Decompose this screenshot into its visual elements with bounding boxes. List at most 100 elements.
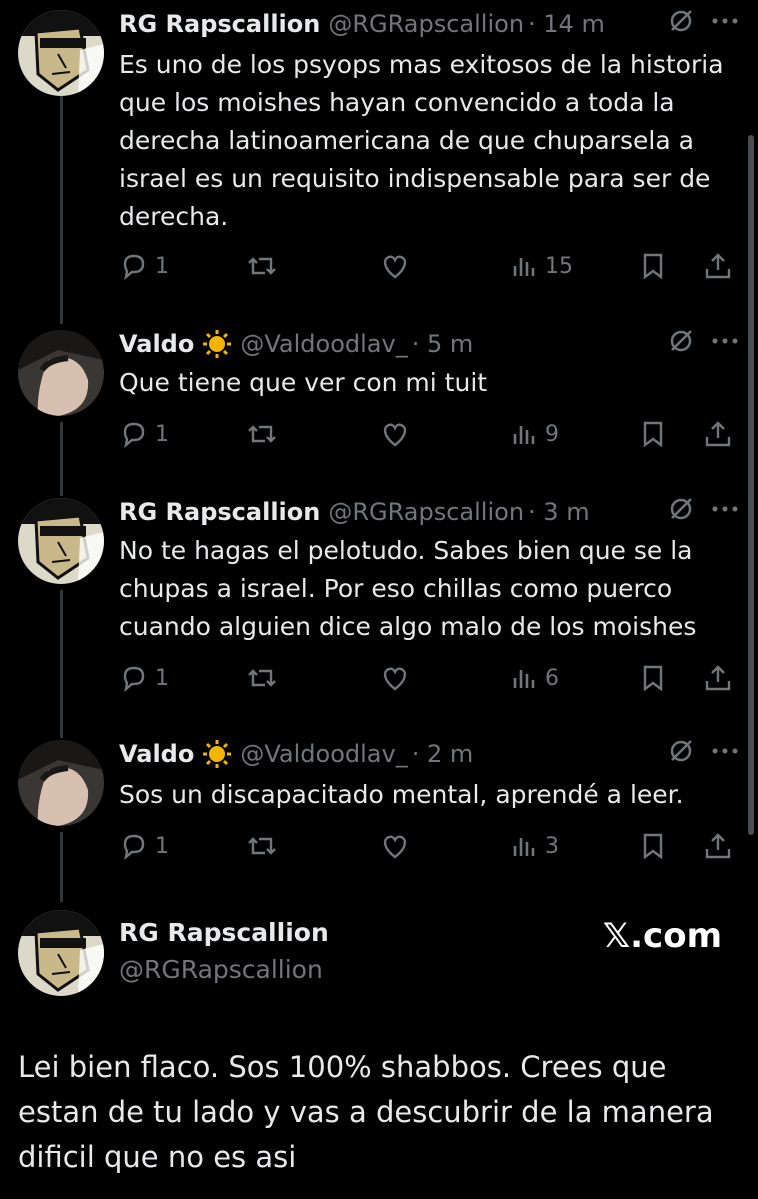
reply-icon [123, 422, 145, 448]
like-button[interactable] [379, 414, 411, 454]
grok-icon[interactable] [668, 738, 694, 764]
like-button[interactable] [379, 658, 411, 698]
more-icon[interactable] [712, 337, 738, 345]
bookmark-icon [643, 253, 663, 280]
share-icon [705, 833, 731, 859]
tweet-header-actions [668, 328, 738, 354]
display-name[interactable]: Valdo [119, 330, 194, 358]
share-icon [705, 665, 731, 691]
retweet-button[interactable] [245, 246, 279, 286]
share-card-name[interactable]: RG Rapscallion [119, 918, 329, 947]
like-button[interactable] [379, 246, 411, 286]
bookmark-icon [643, 421, 663, 448]
avatar[interactable] [18, 330, 104, 416]
bookmark-button[interactable] [639, 826, 667, 866]
reply-icon [123, 254, 145, 280]
more-icon[interactable] [712, 17, 738, 25]
reply-button[interactable]: 1 [119, 414, 169, 454]
retweet-icon [248, 837, 276, 855]
views-button[interactable]: 9 [511, 414, 559, 454]
share-button[interactable] [703, 414, 733, 454]
reply-count: 1 [155, 833, 169, 859]
grok-icon[interactable] [668, 328, 694, 354]
grok-icon[interactable] [668, 8, 694, 34]
tweet-header-actions [668, 738, 738, 764]
bookmark-button[interactable] [639, 658, 667, 698]
more-icon[interactable] [712, 747, 738, 755]
reply-count: 1 [155, 665, 169, 691]
tweet-header-actions [668, 8, 738, 34]
views-icon [513, 258, 535, 276]
views-icon [513, 670, 535, 688]
display-name[interactable]: Valdo [119, 740, 194, 768]
tweet[interactable]: Valdo @Valdoodlav_ · 5 m Que tiene que v… [0, 326, 758, 476]
timestamp[interactable]: · 14 m [528, 10, 605, 38]
timestamp[interactable]: · 2 m [412, 740, 474, 768]
views-count: 6 [545, 665, 559, 691]
reply-button[interactable]: 1 [119, 246, 169, 286]
views-count: 3 [545, 833, 559, 859]
bookmark-button[interactable] [639, 246, 667, 286]
views-button[interactable]: 3 [511, 826, 559, 866]
timestamp[interactable]: · 3 m [528, 498, 590, 526]
share-button[interactable] [703, 658, 733, 698]
views-count: 9 [545, 421, 559, 447]
tweet-actions: 1 15 [119, 246, 739, 286]
tweet-header: Valdo @Valdoodlav_ · 2 m [119, 736, 473, 772]
handle[interactable]: @Valdoodlav_ [240, 330, 407, 358]
heart-icon [383, 255, 407, 279]
reply-icon [123, 666, 145, 692]
like-button[interactable] [379, 826, 411, 866]
reply-count: 1 [155, 421, 169, 447]
retweet-button[interactable] [245, 826, 279, 866]
share-card-text: Lei bien flaco. Sos 100% shabbos. Crees … [18, 1050, 714, 1174]
handle[interactable]: @RGRapscallion [328, 498, 524, 526]
retweet-icon [248, 669, 276, 687]
retweet-icon [248, 425, 276, 443]
handle[interactable]: @Valdoodlav_ [240, 740, 407, 768]
retweet-button[interactable] [245, 414, 279, 454]
share-button[interactable] [703, 826, 733, 866]
bookmark-icon [643, 833, 663, 860]
share-icon [705, 421, 731, 447]
tweet-text: Que tiene que ver con mi tuit [119, 368, 488, 397]
tweet-header: RG Rapscallion @RGRapscallion · 3 m [119, 494, 590, 530]
avatar[interactable] [18, 740, 104, 826]
display-name[interactable]: RG Rapscallion [119, 498, 320, 526]
brand-logo: 𝕏.com [602, 916, 722, 956]
retweet-icon [248, 257, 276, 275]
sun-emoji-icon [203, 330, 232, 358]
heart-icon [383, 423, 407, 447]
handle[interactable]: @RGRapscallion [328, 10, 524, 38]
tweet[interactable]: RG Rapscallion @RGRapscallion · 3 m No t… [0, 494, 758, 714]
tweet-actions: 1 6 [119, 658, 739, 698]
tweet-header: Valdo @Valdoodlav_ · 5 m [119, 326, 473, 362]
avatar[interactable] [18, 10, 104, 96]
views-count: 15 [545, 253, 573, 279]
reply-button[interactable]: 1 [119, 658, 169, 698]
tweet-text: Sos un discapacitado mental, aprendé a l… [119, 780, 684, 809]
heart-icon [383, 667, 407, 691]
views-button[interactable]: 6 [511, 658, 559, 698]
share-button[interactable] [703, 246, 733, 286]
reply-button[interactable]: 1 [119, 826, 169, 866]
avatar[interactable] [18, 498, 104, 584]
timestamp[interactable]: · 5 m [412, 330, 474, 358]
avatar[interactable] [18, 910, 104, 996]
reply-icon [123, 834, 145, 860]
heart-icon [383, 835, 407, 859]
views-button[interactable]: 15 [511, 246, 573, 286]
bookmark-button[interactable] [639, 414, 667, 454]
more-icon[interactable] [712, 505, 738, 513]
tweet-actions: 1 3 [119, 826, 739, 866]
grok-icon[interactable] [668, 496, 694, 522]
retweet-button[interactable] [245, 658, 279, 698]
display-name[interactable]: RG Rapscallion [119, 10, 320, 38]
share-icon [705, 253, 731, 279]
share-card-handle[interactable]: @RGRapscallion [119, 955, 323, 984]
views-icon [513, 838, 535, 856]
tweet[interactable]: RG Rapscallion @RGRapscallion · 14 m Es … [0, 6, 758, 306]
tweet-text: No te hagas el pelotudo. Sabes bien que … [119, 536, 697, 641]
tweet[interactable]: Valdo @Valdoodlav_ · 2 m Sos un discapac… [0, 736, 758, 886]
sun-emoji-icon [203, 740, 232, 768]
